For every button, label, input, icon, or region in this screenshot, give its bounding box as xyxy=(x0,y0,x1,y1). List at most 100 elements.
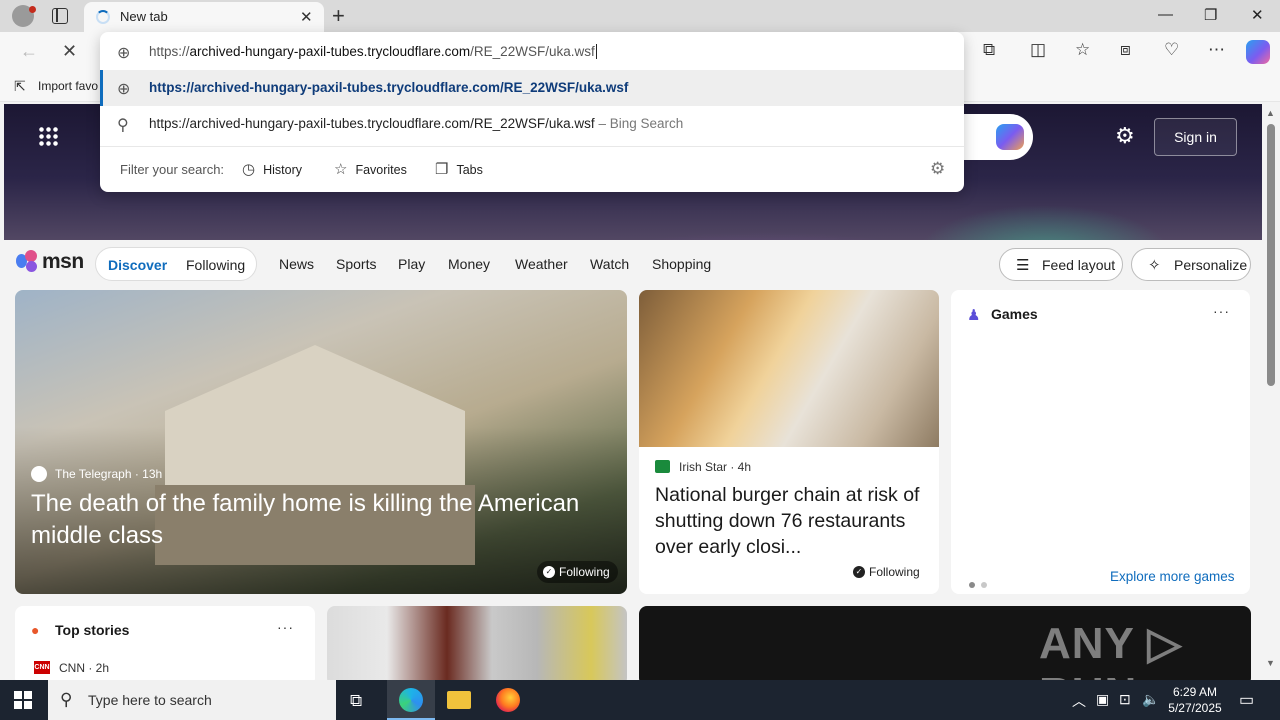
following-badge[interactable]: ✓ Following xyxy=(847,561,928,583)
loading-spinner-icon xyxy=(96,10,110,24)
search-suggestion-text: https://archived-hungary-paxil-tubes.try… xyxy=(149,116,683,131)
notifications-icon[interactable]: ▭ xyxy=(1239,690,1254,710)
top-stories-title: Top stories xyxy=(55,622,130,638)
copilot-icon[interactable] xyxy=(1246,40,1270,64)
games-card: ♟ Games ··· Explore more games xyxy=(951,290,1250,594)
search-filter-row: Filter your search: ◷ History ☆ Favorites … xyxy=(100,150,964,188)
tray-chevron-icon[interactable]: ︿ xyxy=(1072,691,1086,711)
firefox-taskbar-app[interactable] xyxy=(484,680,532,720)
nav-weather[interactable]: Weather xyxy=(515,256,568,272)
task-view-icon[interactable]: ⧉ xyxy=(350,691,362,711)
nav-shopping[interactable]: Shopping xyxy=(652,256,711,272)
more-options-icon[interactable]: ··· xyxy=(1213,303,1230,319)
more-menu-icon[interactable]: ⋯ xyxy=(1208,40,1225,60)
personalize-button[interactable]: ✧ Personalize xyxy=(1131,248,1251,281)
address-input-row[interactable]: ⊕ https://archived-hungary-paxil-tubes.t… xyxy=(100,34,964,70)
edge-icon xyxy=(399,688,423,712)
msn-butterfly-icon[interactable] xyxy=(16,250,40,274)
favorites-star-icon[interactable]: ☆ xyxy=(1075,40,1090,60)
tray-device-icon[interactable]: ▣ xyxy=(1096,691,1109,708)
check-icon: ✓ xyxy=(853,566,865,578)
more-options-icon[interactable]: ··· xyxy=(277,619,294,635)
import-favorites-icon: ⇱ xyxy=(14,78,26,94)
history-icon: ◷ xyxy=(242,161,256,178)
story-source: CNN · 2h xyxy=(59,661,110,675)
games-title: Games xyxy=(991,306,1038,322)
clock-time: 6:29 AM xyxy=(1172,685,1218,699)
copilot-logo-icon[interactable] xyxy=(996,124,1024,150)
following-badge[interactable]: ✓ Following xyxy=(537,561,618,583)
sparkle-icon: ✧ xyxy=(1148,257,1161,274)
minimize-icon[interactable]: — xyxy=(1158,6,1173,23)
globe-icon: ⊕ xyxy=(117,81,131,98)
filter-history[interactable]: ◷ History xyxy=(242,160,302,178)
extensions-icon[interactable]: ⧉ xyxy=(983,40,995,60)
apps-grid-icon[interactable] xyxy=(38,126,58,146)
system-clock[interactable]: 6:29 AM 5/27/2025 xyxy=(1160,684,1230,716)
windows-start-icon[interactable] xyxy=(14,691,32,709)
following-label: Following xyxy=(869,565,920,579)
collections-icon[interactable]: ⧈ xyxy=(1120,40,1131,60)
settings-gear-icon[interactable]: ⚙ xyxy=(1115,123,1135,149)
edge-taskbar-app[interactable] xyxy=(387,680,435,720)
filter-favorites[interactable]: ☆ Favorites xyxy=(334,160,407,178)
url-suggestion[interactable]: ⊕ https://archived-hungary-paxil-tubes.t… xyxy=(100,70,964,106)
sign-in-button[interactable]: Sign in xyxy=(1154,118,1237,156)
page-scrollbar[interactable]: ▲ ▼ xyxy=(1262,104,1280,676)
carousel-dots[interactable] xyxy=(969,575,993,593)
search-suggestion[interactable]: ⚲ https://archived-hungary-paxil-tubes.t… xyxy=(100,106,964,142)
nav-play[interactable]: Play xyxy=(398,256,425,272)
main-story-card[interactable]: The Telegraph · 13h The death of the fam… xyxy=(15,290,627,594)
address-host: archived-hungary-paxil-tubes.trycloudfla… xyxy=(189,44,471,59)
import-favorites-link[interactable]: Import favo xyxy=(38,79,98,93)
filter-tabs[interactable]: ❐ Tabs xyxy=(435,160,483,178)
tab-actions-icon[interactable] xyxy=(52,8,68,24)
close-window-icon[interactable]: ✕ xyxy=(1251,6,1264,24)
restaurant-staff-image xyxy=(639,290,939,447)
taskbar: ⚲ Type here to search ⧉ ︿ ▣ ⊡ 🔈 6:29 AM … xyxy=(0,680,1280,720)
back-arrow-icon[interactable]: ← xyxy=(20,41,38,62)
nav-sports[interactable]: Sports xyxy=(336,256,376,272)
msn-logo-text[interactable]: msn xyxy=(42,250,84,274)
firefox-icon xyxy=(496,688,520,712)
explore-games-link[interactable]: Explore more games xyxy=(1110,569,1235,584)
video-story-card[interactable]: ANY ▷ RUN xyxy=(639,606,1251,686)
scroll-up-icon[interactable]: ▲ xyxy=(1266,108,1275,118)
browser-essentials-icon[interactable]: ♡ xyxy=(1164,40,1179,60)
tab-discover[interactable]: Discover xyxy=(108,257,167,273)
volume-icon[interactable]: 🔈 xyxy=(1142,691,1159,708)
text-cursor xyxy=(595,44,597,59)
story-headline[interactable]: The death of the family home is killing … xyxy=(31,488,621,552)
irish-star-logo-icon xyxy=(655,460,670,473)
clock-date: 5/27/2025 xyxy=(1168,701,1222,715)
burger-story-card[interactable]: Irish Star · 4h National burger chain at… xyxy=(639,290,939,594)
nav-money[interactable]: Money xyxy=(448,256,490,272)
filter-label: Filter your search: xyxy=(120,162,225,177)
address-input[interactable]: https://archived-hungary-paxil-tubes.try… xyxy=(149,44,597,59)
nav-watch[interactable]: Watch xyxy=(590,256,629,272)
taskbar-search-box[interactable]: ⚲ Type here to search xyxy=(48,680,336,720)
network-icon[interactable]: ⊡ xyxy=(1119,691,1131,708)
games-people-icon: ♟ xyxy=(967,307,981,324)
filter-tabs-label: Tabs xyxy=(456,163,483,177)
tab-following[interactable]: Following xyxy=(186,257,245,273)
feed-layout-button[interactable]: ☰ Feed layout xyxy=(999,248,1123,281)
scroll-thumb[interactable] xyxy=(1267,124,1275,386)
split-screen-icon[interactable]: ◫ xyxy=(1030,40,1046,60)
search-settings-gear-icon[interactable]: ⚙ xyxy=(930,159,945,179)
new-tab-button[interactable]: + xyxy=(332,3,345,29)
tab-close-icon[interactable]: ✕ xyxy=(300,8,313,26)
tab-title: New tab xyxy=(120,9,168,24)
worker-story-card[interactable] xyxy=(327,606,627,686)
restore-icon[interactable]: ❐ xyxy=(1204,6,1217,24)
tab-new-tab[interactable]: New tab ✕ xyxy=(84,2,324,32)
stop-loading-icon[interactable]: ✕ xyxy=(62,41,77,62)
story-headline[interactable]: National burger chain at risk of shuttin… xyxy=(655,482,925,560)
story-source: Irish Star · 4h xyxy=(679,460,752,474)
msn-nav-bar: msn Discover Following News Sports Play … xyxy=(0,240,1262,288)
profile-alert-dot xyxy=(29,6,36,13)
globe-icon: ⊕ xyxy=(117,45,131,62)
explorer-taskbar-app[interactable] xyxy=(435,680,483,720)
nav-news[interactable]: News xyxy=(279,256,314,272)
scroll-down-icon[interactable]: ▼ xyxy=(1266,658,1275,668)
